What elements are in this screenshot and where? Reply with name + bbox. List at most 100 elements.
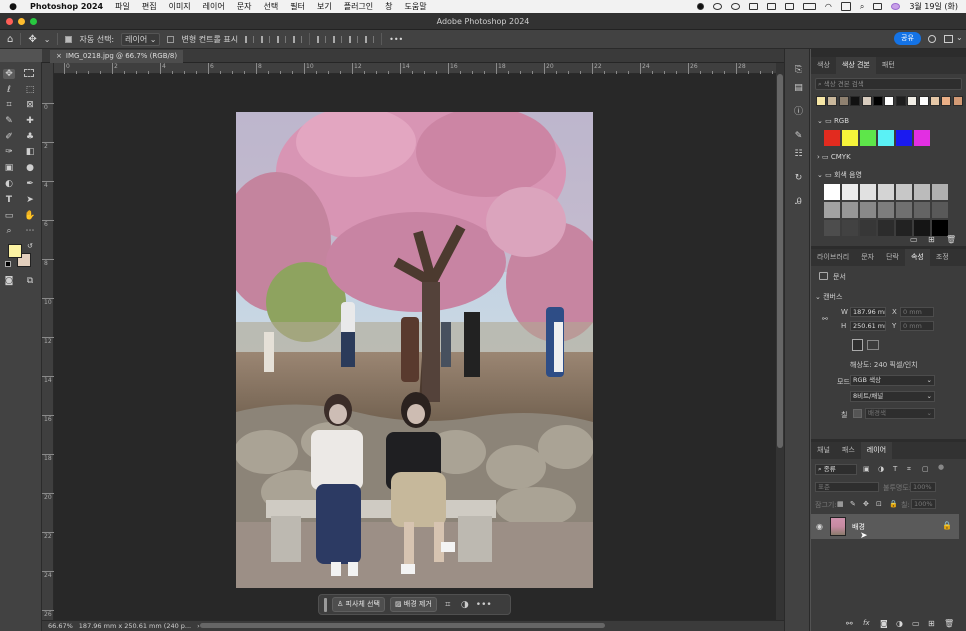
color-swatch[interactable] [918,96,929,106]
new-swatch-icon[interactable]: ⊞ [928,235,935,244]
screen-mode-icon[interactable]: ⧉ [24,276,36,286]
color-swatch[interactable] [842,220,858,236]
menu-edit[interactable]: 편집 [142,1,157,12]
color-swatch[interactable] [860,184,876,200]
remove-background-button[interactable]: ▨ 배경 제거 [389,597,437,612]
menu-window[interactable]: 창 [385,1,392,12]
new-fill-layer-icon[interactable]: ◑ [896,619,903,628]
color-swatch[interactable] [878,184,894,200]
new-group-icon[interactable]: ▭ [912,619,920,628]
lock-all-icon[interactable]: 🔒 [889,500,898,508]
default-colors-icon[interactable] [5,261,11,267]
color-swatch[interactable] [907,96,918,106]
filter-toggle-icon[interactable]: ● [938,463,944,471]
record-icon[interactable] [696,3,704,10]
dodge-tool-icon[interactable]: ◐ [3,179,15,189]
creative-cloud-icon[interactable] [712,3,722,10]
add-mask-icon[interactable]: ◙ [880,619,888,628]
fill-color-swatch[interactable] [853,409,862,418]
input-source-icon[interactable] [840,2,851,11]
info-icon[interactable]: ⓘ [793,107,804,117]
lock-artboard-icon[interactable]: ⊡ [876,500,882,508]
document-image[interactable] [236,112,593,588]
align-bottom-icon[interactable] [349,35,359,43]
align-center-icon[interactable] [261,35,271,43]
menu-app-name[interactable]: Photoshop 2024 [30,2,103,11]
adjustments-icon[interactable]: ☷ [793,149,804,159]
swatch-search-input[interactable]: ⌕ 색상 견본 검색 [815,78,962,90]
color-swatch[interactable] [914,130,930,146]
tab-libraries[interactable]: 라이브러리 [811,249,855,266]
glyphs-icon[interactable]: Ꭿ [793,197,804,207]
zoom-level[interactable]: 66.67% [48,622,73,630]
color-swatch[interactable] [914,220,930,236]
new-group-icon[interactable]: ▭ [910,235,918,244]
brush-settings-icon[interactable]: ✎ [793,131,804,141]
align-left-icon[interactable] [245,35,255,43]
color-swatch[interactable] [842,130,858,146]
align-top-icon[interactable] [317,35,327,43]
bit-depth-dropdown[interactable]: 8비트/채널 ⌄ [850,391,935,402]
select-subject-button[interactable]: ♙ 피사체 선택 [332,597,385,612]
menu-file[interactable]: 파일 [115,1,130,12]
color-swatch[interactable] [896,184,912,200]
color-swatch[interactable] [873,96,883,106]
marquee-tool-icon[interactable] [24,69,34,77]
horizontal-scrollbar-thumb[interactable] [200,623,605,628]
menu-help[interactable]: 도움말 [405,1,427,12]
more-tools-icon[interactable]: ⋯ [24,226,36,236]
color-swatch[interactable] [861,96,872,106]
color-swatch[interactable] [896,202,912,218]
color-swatch[interactable] [878,220,894,236]
mode-dropdown[interactable]: RGB 색상 ⌄ [850,375,935,386]
document-tab[interactable]: × IMG_0218.jpg @ 66.7% (RGB/8) [50,50,184,63]
path-selection-tool-icon[interactable]: ➤ [24,195,36,205]
color-swatch[interactable] [842,184,858,200]
color-swatch[interactable] [896,130,912,146]
search-icon[interactable] [928,35,936,43]
move-tool-preset-icon[interactable]: ✥ [28,34,36,45]
fill-dropdown[interactable]: 배경색 ⌄ [865,408,935,419]
history-brush-tool-icon[interactable]: ✑ [3,147,15,157]
distribute-vertical-icon[interactable] [365,35,375,43]
new-layer-icon[interactable]: ⊞ [928,619,935,628]
menu-view[interactable]: 보기 [317,1,332,12]
canvas-section-header[interactable]: ⌄ 캔버스 [815,292,842,302]
more-options-icon[interactable]: ••• [389,35,403,44]
auto-select-checkbox[interactable] [65,35,73,43]
color-swatch[interactable] [878,202,894,218]
notes-icon[interactable] [766,3,776,10]
menu-select[interactable]: 선택 [264,1,279,12]
layer-style-icon[interactable]: fx [863,619,870,627]
spot-healing-tool-icon[interactable]: ✚ [24,116,36,126]
blend-mode-dropdown[interactable]: 표준 [815,482,879,492]
color-swatch[interactable] [824,202,840,218]
color-swatch[interactable] [896,220,912,236]
tab-patterns[interactable]: 패턴 [876,57,901,74]
tab-properties[interactable]: 속성 [904,249,930,266]
filter-shape-icon[interactable]: ⌗ [907,465,911,474]
landscape-orientation-button[interactable] [867,340,879,350]
swap-colors-icon[interactable]: ↺ [27,242,33,250]
tab-paragraph[interactable]: 단락 [880,249,905,266]
wifi-icon[interactable]: ◠ [825,2,832,11]
color-swatch[interactable] [932,184,948,200]
eye-icon[interactable]: ◉ [816,522,823,531]
color-swatch[interactable] [895,96,906,106]
crop-tool-icon[interactable]: ⌗ [3,100,15,110]
apple-icon[interactable]: ● [6,2,20,12]
color-swatch[interactable] [816,96,826,106]
color-swatch[interactable] [878,130,894,146]
color-swatch[interactable] [932,202,948,218]
filter-smart-object-icon[interactable]: ▢ [922,465,929,473]
color-swatch[interactable] [930,96,940,106]
menu-image[interactable]: 이미지 [169,1,191,12]
color-swatch[interactable] [850,96,861,106]
chevron-down-icon[interactable]: ⌄ [44,35,51,44]
delete-layer-icon[interactable]: 🗑 [944,619,954,628]
align-right-icon[interactable] [277,35,287,43]
color-swatch[interactable] [842,202,858,218]
color-swatch[interactable] [860,220,876,236]
color-swatch[interactable] [860,130,876,146]
color-swatch[interactable] [941,96,952,106]
